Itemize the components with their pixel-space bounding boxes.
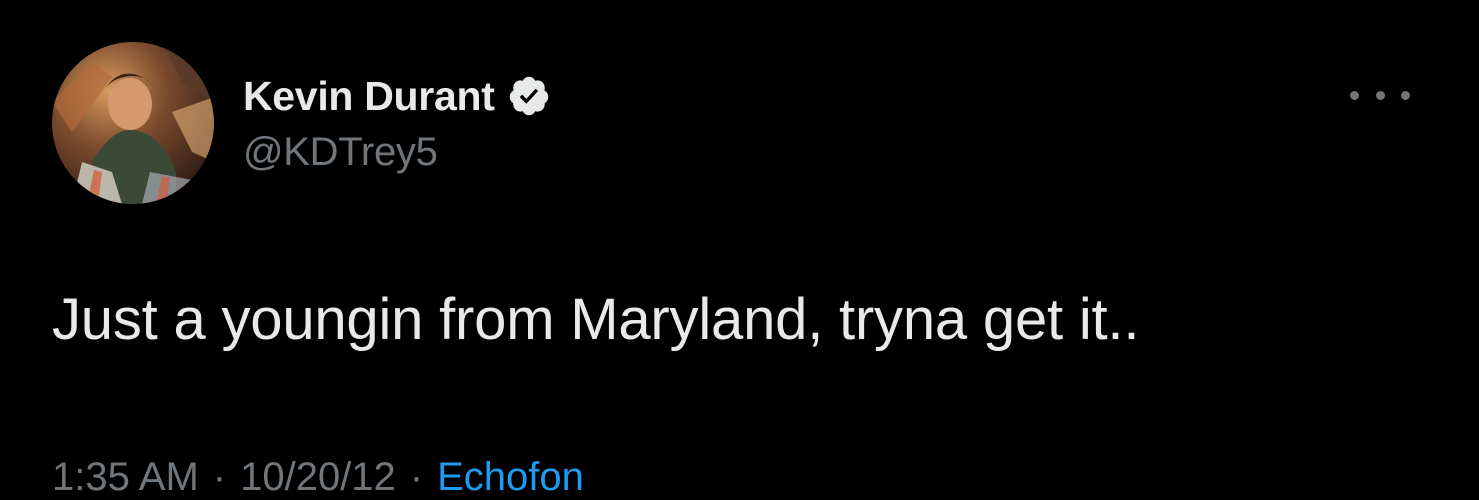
tweet-meta: 1:35 AM · 10/20/12 · Echofon (52, 455, 584, 500)
meta-separator: · (409, 455, 424, 499)
more-dot (1375, 90, 1385, 100)
more-dot (1401, 90, 1410, 100)
avatar[interactable] (52, 42, 214, 204)
tweet-card: Kevin Durant @KDTrey5 Just a youngin fro… (0, 0, 1479, 499)
tweet-source-link[interactable]: Echofon (437, 455, 584, 500)
author-handle[interactable]: @KDTrey5 (243, 130, 438, 175)
tweet-date[interactable]: 10/20/12 (240, 455, 396, 500)
more-dot (1350, 90, 1359, 100)
tweet-text: Just a youngin from Maryland, tryna get … (52, 287, 1140, 352)
verified-badge-icon (507, 74, 551, 118)
author-display-name[interactable]: Kevin Durant (243, 73, 495, 120)
more-options-icon[interactable] (1350, 78, 1410, 112)
author-name-row: Kevin Durant (243, 70, 551, 122)
tweet-time[interactable]: 1:35 AM (52, 455, 199, 500)
meta-separator: · (212, 455, 227, 499)
avatar-image (52, 42, 214, 204)
